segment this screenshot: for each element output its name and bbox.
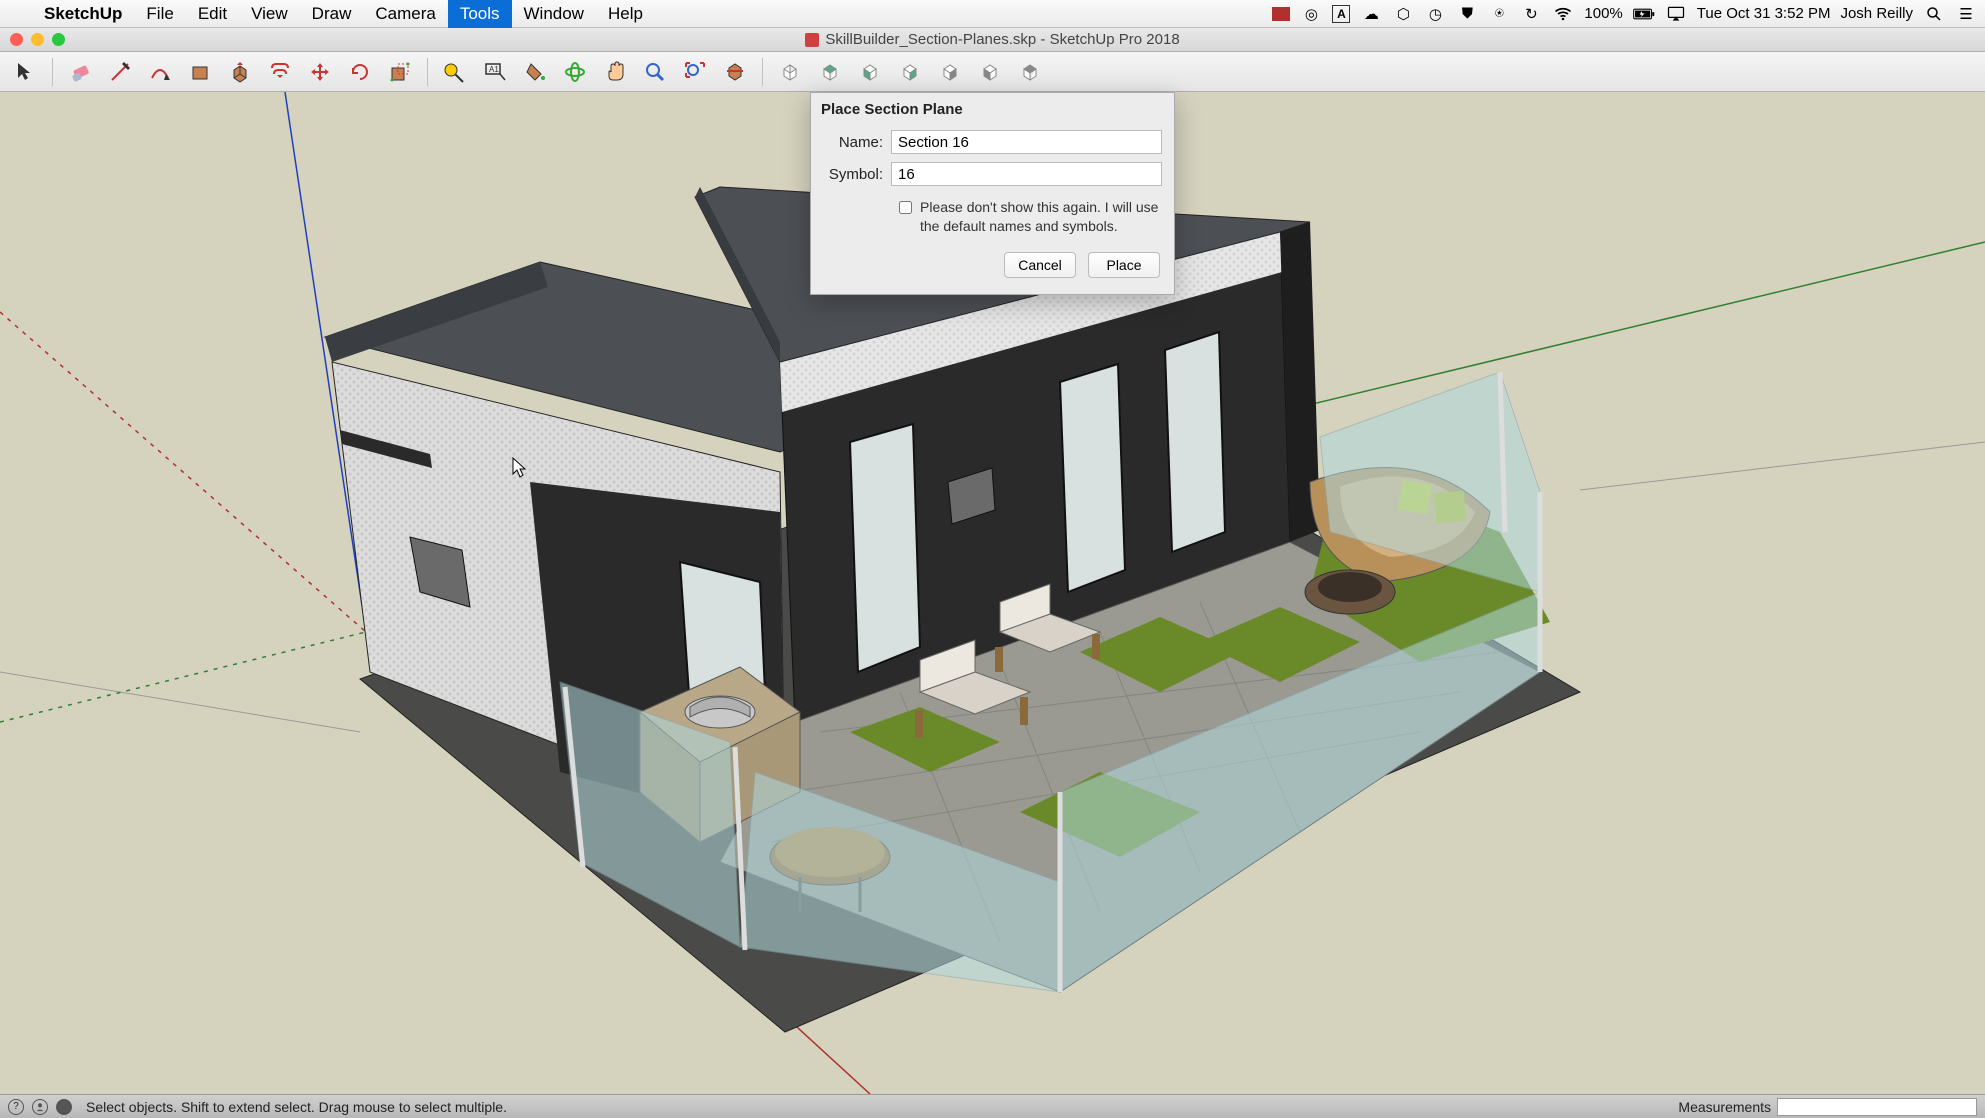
traffic-lights xyxy=(10,33,65,46)
window-title-text: SkillBuilder_Section-Planes.skp - Sketch… xyxy=(825,31,1179,48)
status-info-icon[interactable]: ? xyxy=(8,1099,24,1115)
section-plane-tool[interactable] xyxy=(718,55,752,89)
arc-tool[interactable] xyxy=(143,55,177,89)
eraser-tool[interactable] xyxy=(63,55,97,89)
status-a-icon[interactable]: A xyxy=(1332,5,1350,23)
separator xyxy=(52,58,53,86)
place-section-plane-dialog: Place Section Plane Name: Symbol: Please… xyxy=(810,92,1175,295)
menubar-right: ◎ A ☁ ⬡ ◷ ⛊ ⍟ ↻ 100% Tue Oct 31 3:52 PM … xyxy=(1272,3,1977,25)
menu-tools[interactable]: Tools xyxy=(448,0,512,28)
push-pull-tool[interactable] xyxy=(223,55,257,89)
battery-percent[interactable]: 100% xyxy=(1584,5,1622,22)
menu-draw[interactable]: Draw xyxy=(300,0,364,28)
statusbar: ? Select objects. Shift to extend select… xyxy=(0,1094,1985,1118)
rotate-tool[interactable] xyxy=(343,55,377,89)
select-tool[interactable] xyxy=(8,55,42,89)
status-timemachine-icon[interactable]: ↻ xyxy=(1520,3,1542,25)
measurements-input[interactable] xyxy=(1777,1098,1977,1116)
main-toolbar: A1 xyxy=(0,52,1985,92)
fire-pit xyxy=(1305,570,1395,614)
status-user-icon[interactable] xyxy=(32,1099,48,1115)
offset-tool[interactable] xyxy=(263,55,297,89)
dont-show-checkbox[interactable] xyxy=(899,200,912,215)
name-input[interactable] xyxy=(891,130,1162,154)
menu-list-icon[interactable]: ☰ xyxy=(1955,3,1977,25)
status-geo-icon[interactable] xyxy=(56,1099,72,1115)
menu-help[interactable]: Help xyxy=(596,0,655,28)
skp-file-icon xyxy=(805,33,819,47)
dialog-title: Place Section Plane xyxy=(811,93,1174,126)
menubar-left: SketchUp File Edit View Draw Camera Tool… xyxy=(8,0,655,28)
text-tool[interactable]: A1 xyxy=(478,55,512,89)
symbol-label: Symbol: xyxy=(823,166,883,183)
menu-file[interactable]: File xyxy=(134,0,185,28)
menu-camera[interactable]: Camera xyxy=(363,0,447,28)
separator xyxy=(762,58,763,86)
statusbar-right: Measurements xyxy=(1678,1098,1977,1116)
status-shield-icon[interactable]: ⛊ xyxy=(1456,3,1478,25)
status-cloud-icon[interactable]: ☁ xyxy=(1360,3,1382,25)
paint-bucket-tool[interactable] xyxy=(518,55,552,89)
close-window-button[interactable] xyxy=(10,33,23,46)
zoom-tool[interactable] xyxy=(638,55,672,89)
status-person-icon[interactable]: ⍟ xyxy=(1488,3,1510,25)
view-back[interactable] xyxy=(933,55,967,89)
menu-window[interactable]: Window xyxy=(512,0,596,28)
status-circle-icon[interactable]: ◎ xyxy=(1300,3,1322,25)
move-tool[interactable] xyxy=(303,55,337,89)
view-bottom[interactable] xyxy=(1013,55,1047,89)
status-red-icon[interactable] xyxy=(1272,7,1290,21)
tape-measure-tool[interactable] xyxy=(438,55,472,89)
wifi-icon[interactable] xyxy=(1552,3,1574,25)
svg-text:A1: A1 xyxy=(489,65,499,74)
macos-menubar: SketchUp File Edit View Draw Camera Tool… xyxy=(0,0,1985,28)
window-title: SkillBuilder_Section-Planes.skp - Sketch… xyxy=(805,31,1179,48)
window-titlebar: SkillBuilder_Section-Planes.skp - Sketch… xyxy=(0,28,1985,52)
separator xyxy=(427,58,428,86)
shapes-tool[interactable] xyxy=(183,55,217,89)
scale-tool[interactable] xyxy=(383,55,417,89)
status-hex-icon[interactable]: ⬡ xyxy=(1392,3,1414,25)
statusbar-left: ? Select objects. Shift to extend select… xyxy=(8,1099,507,1115)
name-label: Name: xyxy=(823,134,883,151)
cancel-button[interactable]: Cancel xyxy=(1004,252,1076,278)
minimize-window-button[interactable] xyxy=(31,33,44,46)
view-front[interactable] xyxy=(853,55,887,89)
view-top[interactable] xyxy=(813,55,847,89)
symbol-input[interactable] xyxy=(891,162,1162,186)
measurements-label: Measurements xyxy=(1678,1099,1771,1115)
status-clock-icon[interactable]: ◷ xyxy=(1424,3,1446,25)
airplay-icon[interactable] xyxy=(1665,3,1687,25)
dialog-body: Name: Symbol: Please don't show this aga… xyxy=(811,126,1174,294)
dont-show-label: Please don't show this again. I will use… xyxy=(920,198,1162,236)
user-name[interactable]: Josh Reilly xyxy=(1840,5,1913,22)
menu-edit[interactable]: Edit xyxy=(186,0,239,28)
status-hint: Select objects. Shift to extend select. … xyxy=(86,1099,507,1115)
spotlight-icon[interactable] xyxy=(1923,3,1945,25)
orbit-tool[interactable] xyxy=(558,55,592,89)
app-name[interactable]: SketchUp xyxy=(32,0,134,28)
view-iso[interactable] xyxy=(773,55,807,89)
maximize-window-button[interactable] xyxy=(52,33,65,46)
place-button[interactable]: Place xyxy=(1088,252,1160,278)
battery-icon[interactable] xyxy=(1633,3,1655,25)
date-time[interactable]: Tue Oct 31 3:52 PM xyxy=(1697,5,1831,22)
menu-view[interactable]: View xyxy=(239,0,300,28)
view-left[interactable] xyxy=(973,55,1007,89)
pan-tool[interactable] xyxy=(598,55,632,89)
zoom-extents-tool[interactable] xyxy=(678,55,712,89)
line-tool[interactable] xyxy=(103,55,137,89)
view-right[interactable] xyxy=(893,55,927,89)
